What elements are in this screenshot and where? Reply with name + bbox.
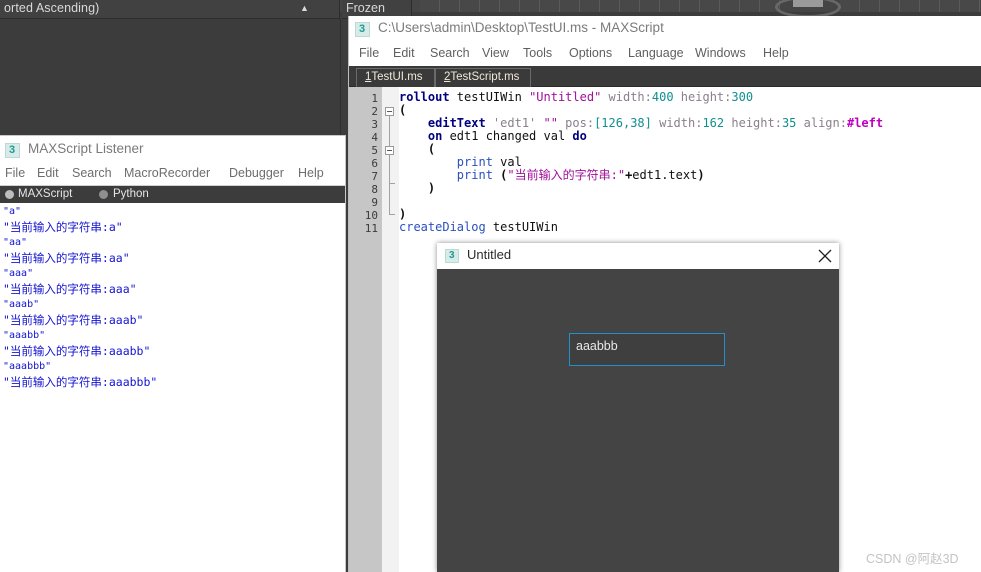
listener-menu-file[interactable]: File [5, 166, 25, 180]
fold-toggle-icon[interactable] [385, 146, 394, 155]
listener-output-line: "aa" [3, 237, 28, 249]
editor-menu-options[interactable]: Options [569, 46, 612, 60]
edit-text-value: aaabbb [576, 339, 618, 353]
maxscript-app-icon: 3 [5, 143, 20, 158]
listener-output-line: "aaabb" [3, 330, 46, 342]
listener-titlebar[interactable]: 3 MAXScript Listener [0, 136, 345, 164]
line-number: 10 [364, 209, 378, 222]
code-line-7: print ("当前输入的字符串:"+edt1.text) [399, 168, 705, 182]
dialog-body: aaabbb [437, 269, 839, 572]
editor-menubar[interactable]: File Edit Search View Tools Options Lang… [349, 43, 981, 66]
maxscript-editor-app-icon-glyph: 3 [359, 23, 366, 35]
editor-menu-edit[interactable]: Edit [393, 46, 415, 60]
line-number: 1 [371, 92, 378, 105]
editor-tab-bar: 1TestUI.ms 2TestScript.ms [349, 66, 981, 87]
line-number: 5 [371, 144, 378, 157]
editor-menu-tools[interactable]: Tools [523, 46, 552, 60]
listener-output-line: "当前输入的字符串:aa" [3, 251, 130, 266]
listener-window-title: MAXScript Listener [28, 141, 144, 156]
radio-python-label[interactable]: Python [113, 188, 149, 200]
line-number: 11 [364, 222, 378, 235]
listener-menubar[interactable]: File Edit Search MacroRecorder Debugger … [0, 164, 345, 186]
listener-output-line: "当前输入的字符串:a" [3, 220, 123, 234]
scene-explorer-frozen-label: Frozen [346, 1, 385, 15]
tab-testui-label: TestUI.ms [371, 71, 423, 83]
listener-output-line: "aaabbb" [3, 361, 52, 373]
editor-menu-file[interactable]: File [359, 46, 379, 60]
dialog-app-icon: 3 [445, 249, 459, 263]
listener-menu-edit[interactable]: Edit [37, 166, 59, 180]
listener-output-line: "当前输入的字符串:aaab" [3, 313, 144, 328]
line-number: 2 [371, 105, 378, 118]
listener-output-line: "当前输入的字符串:aaa" [3, 282, 137, 297]
editor-titlebar[interactable]: 3 C:\Users\admin\Desktop\TestUI.ms - MAX… [349, 16, 981, 43]
tab-testscript-ms[interactable]: 2TestScript.ms [435, 68, 531, 87]
listener-output-line: "aaab" [3, 299, 40, 311]
code-line-8: ) [399, 181, 436, 195]
fold-toggle-icon[interactable] [385, 107, 394, 116]
editor-menu-view[interactable]: View [482, 46, 509, 60]
edit-text-input[interactable]: aaabbb [569, 333, 725, 366]
dialog-app-icon-glyph: 3 [449, 250, 455, 261]
line-number: 6 [371, 157, 378, 170]
editor-menu-windows[interactable]: Windows [695, 46, 746, 60]
close-icon[interactable] [815, 246, 835, 266]
line-number: 9 [371, 196, 378, 209]
listener-output-line: "a" [3, 206, 22, 217]
line-number: 3 [371, 118, 378, 131]
dialog-titlebar[interactable]: 3 Untitled [437, 243, 839, 269]
listener-menu-search[interactable]: Search [72, 166, 112, 180]
code-line-11: createDialog testUIWin [399, 220, 558, 234]
scene-explorer-sort-label: orted Ascending) [4, 1, 100, 15]
editor-menu-search[interactable]: Search [430, 46, 470, 60]
listener-output-line: "当前输入的字符串:aaabbb" [3, 375, 158, 390]
maxscript-app-icon-glyph: 3 [9, 144, 16, 156]
maxscript-editor-app-icon: 3 [355, 22, 370, 37]
line-number: 8 [371, 183, 378, 196]
code-line-1: rollout testUIWin "Untitled" width:400 h… [399, 90, 754, 104]
maxscript-listener-window: 3 MAXScript Listener File Edit Search Ma… [0, 136, 345, 572]
editor-line-number-gutter: 1 2 3 4 5 6 7 8 9 10 11 [349, 87, 382, 572]
tab-testscript-label: TestScript.ms [450, 71, 520, 83]
dialog-title-label: Untitled [467, 247, 512, 262]
editor-menu-help[interactable]: Help [763, 46, 789, 60]
csdn-watermark: CSDN @阿赵3D [866, 552, 959, 566]
max-viewcube-core-icon [793, 0, 823, 7]
listener-output-pane[interactable]: "a" "当前输入的字符串:a" "aa" "当前输入的字符串:aa" "aaa… [0, 203, 345, 572]
radio-python-icon[interactable] [99, 190, 108, 199]
line-number: 4 [371, 131, 378, 144]
scene-explorer-list [0, 19, 341, 136]
editor-fold-column[interactable] [382, 87, 399, 572]
line-number: 7 [371, 170, 378, 183]
editor-window-title: C:\Users\admin\Desktop\TestUI.ms - MAXSc… [378, 20, 664, 35]
listener-output-line: "aaa" [3, 268, 34, 280]
tab-testui-ms[interactable]: 1TestUI.ms [356, 68, 435, 87]
radio-maxscript-icon[interactable] [5, 190, 14, 199]
radio-maxscript-label[interactable]: MAXScript [18, 188, 72, 200]
listener-menu-debugger[interactable]: Debugger [229, 166, 284, 180]
untitled-rollout-dialog: 3 Untitled aaabbb [437, 243, 839, 572]
listener-output-line: "当前输入的字符串:aaabb" [3, 344, 151, 359]
editor-menu-language[interactable]: Language [628, 46, 684, 60]
listener-menu-help[interactable]: Help [298, 166, 324, 180]
sort-ascending-icon: ▲ [300, 3, 309, 13]
listener-menu-macrorecorder[interactable]: MacroRecorder [124, 166, 210, 180]
